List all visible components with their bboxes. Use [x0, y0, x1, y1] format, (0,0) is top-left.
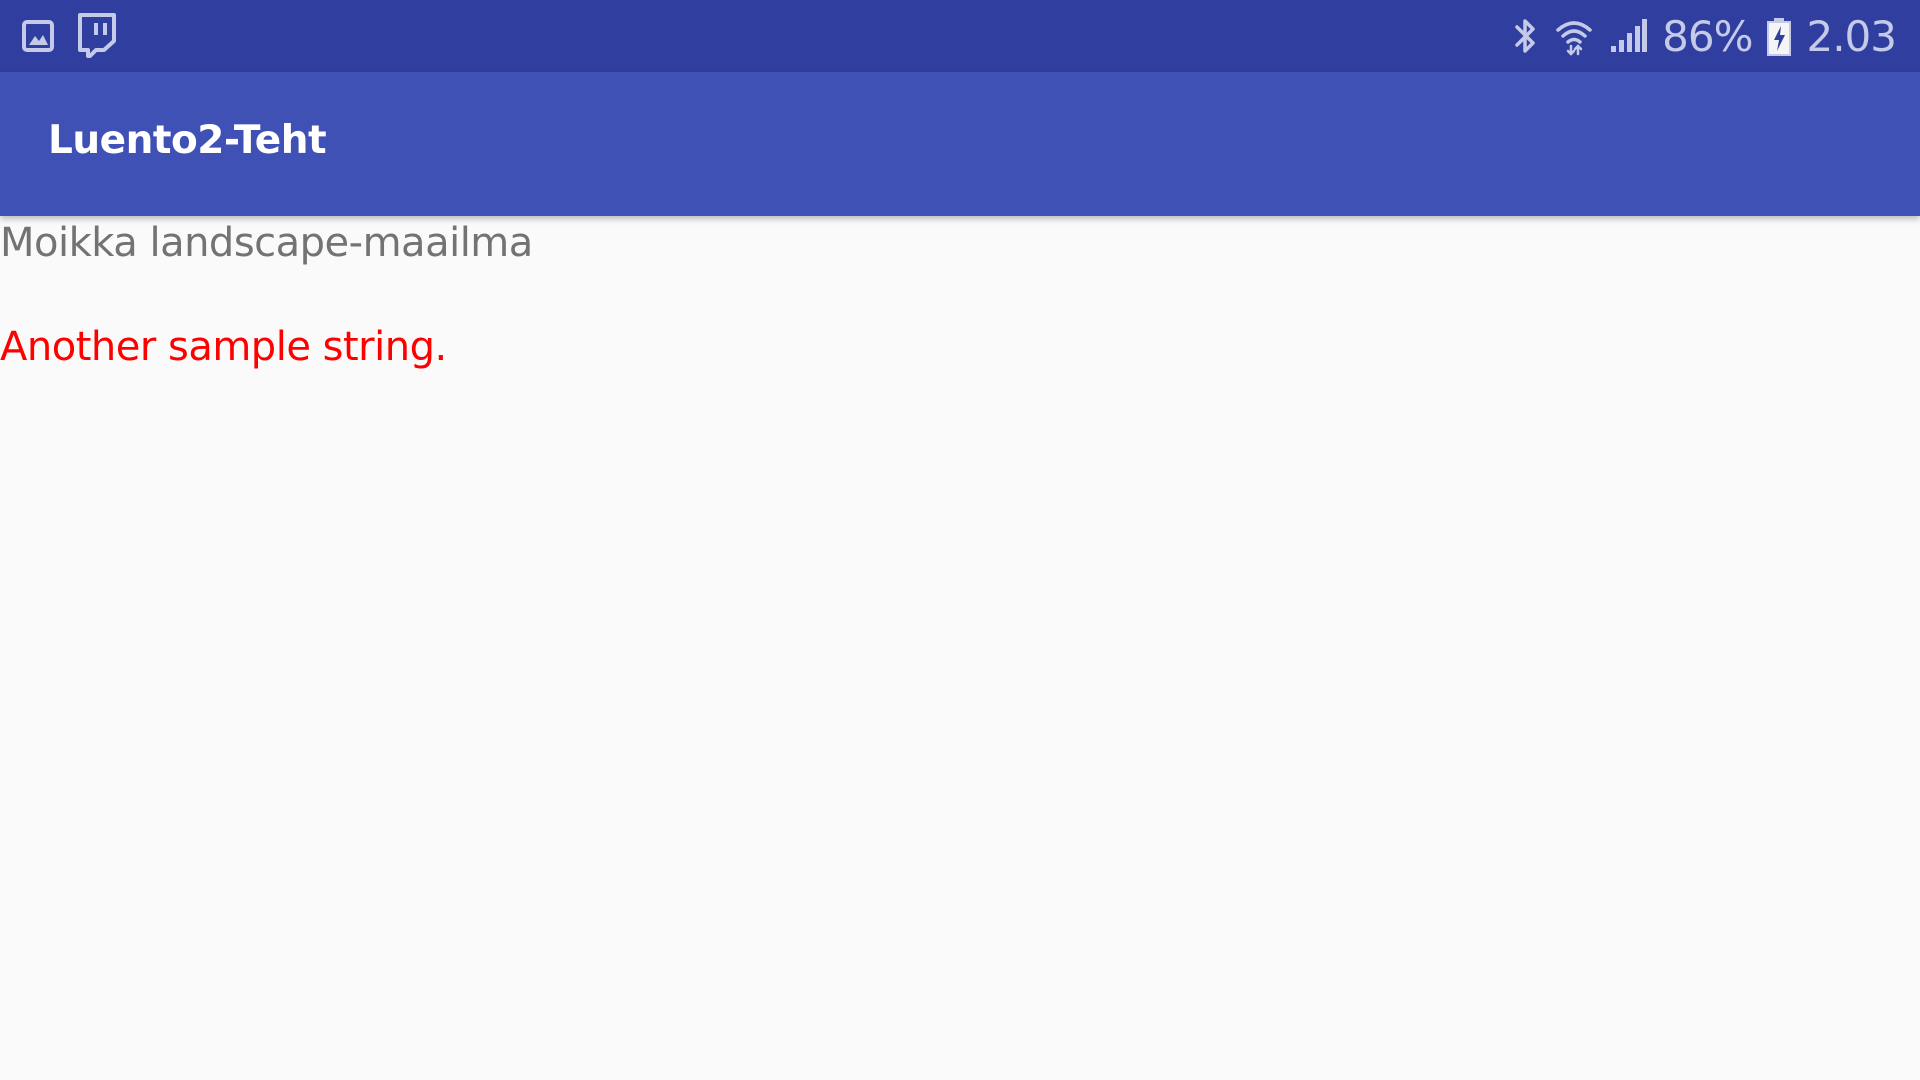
app-bar: Luento2-Teht — [0, 72, 1920, 216]
greeting-text: Moikka landscape-maailma — [0, 220, 533, 266]
battery-percent: 86% — [1662, 11, 1753, 61]
signal-icon — [1608, 16, 1648, 56]
clock: 2.03 — [1806, 11, 1897, 61]
system-status: 86% 2.03 — [1510, 0, 1897, 72]
bluetooth-icon — [1510, 16, 1540, 56]
sample-string-text: Another sample string. — [0, 324, 447, 370]
twitch-icon — [74, 12, 118, 58]
battery-charging-icon — [1766, 15, 1792, 57]
app-title: Luento2-Teht — [48, 118, 327, 163]
status-bar: 86% 2.03 — [0, 0, 1920, 72]
main-content: Moikka landscape-maailma Another sample … — [0, 216, 1920, 1080]
gallery-icon — [20, 14, 56, 56]
notification-icons — [20, 12, 118, 58]
wifi-icon — [1554, 16, 1594, 56]
